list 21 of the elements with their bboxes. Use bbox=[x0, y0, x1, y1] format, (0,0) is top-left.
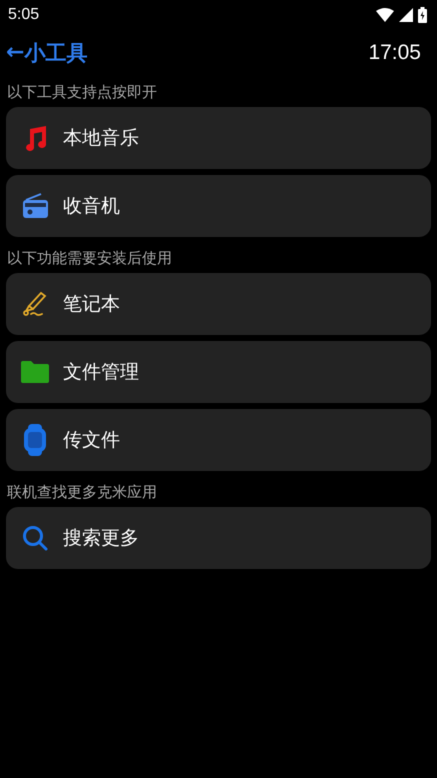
wifi-icon bbox=[376, 8, 394, 22]
back-button[interactable]: ← bbox=[6, 40, 24, 65]
section-label: 以下功能需要安装后使用 bbox=[6, 248, 173, 268]
status-time: 5:05 bbox=[8, 6, 40, 24]
section-label: 联机查找更多克米应用 bbox=[6, 482, 158, 502]
section-label: 以下工具支持点按即开 bbox=[6, 82, 158, 102]
tool-item[interactable]: 文件管理 bbox=[6, 341, 431, 403]
page-title: 小工具 bbox=[24, 40, 88, 66]
tool-item[interactable]: 传文件 bbox=[6, 409, 431, 471]
tool-item[interactable]: 搜索更多 bbox=[6, 507, 431, 569]
tool-item[interactable]: 本地音乐 bbox=[6, 107, 431, 169]
battery-icon bbox=[418, 7, 427, 23]
pen-icon bbox=[22, 291, 48, 317]
clock-time: 17:05 bbox=[368, 40, 421, 64]
tool-item[interactable]: 笔记本 bbox=[6, 273, 431, 335]
folder-icon bbox=[20, 360, 50, 384]
search-icon bbox=[22, 525, 48, 551]
watch-icon bbox=[22, 424, 46, 456]
signal-icon bbox=[399, 8, 413, 22]
radio-icon bbox=[20, 192, 48, 220]
tool-item[interactable]: 收音机 bbox=[6, 175, 431, 237]
